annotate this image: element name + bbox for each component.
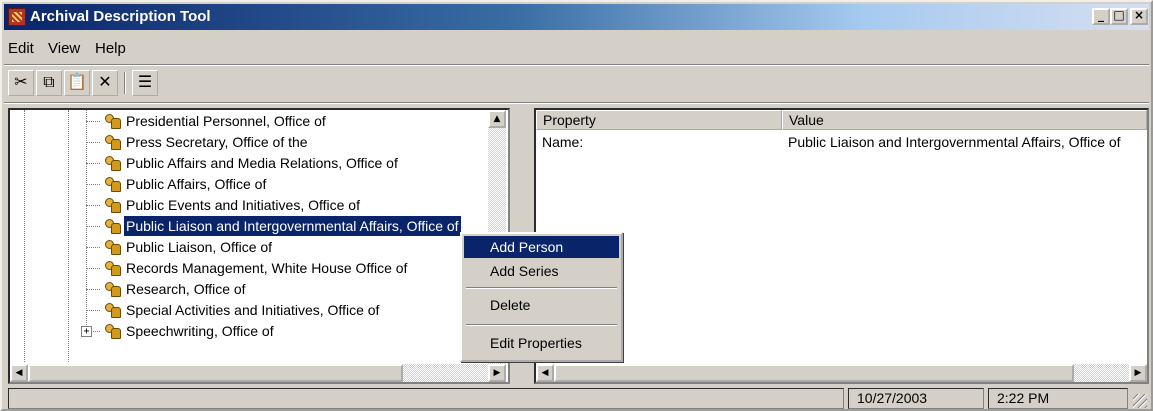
menu-help[interactable]: Help: [95, 40, 126, 57]
tree-item-label[interactable]: Speechwriting, Office of: [124, 321, 276, 341]
status-message: [8, 388, 844, 409]
tree-horizontal-scrollbar[interactable]: ◀ ▶: [10, 364, 506, 382]
properties-icon[interactable]: ☰: [132, 70, 158, 96]
property-value-cell: Public Liaison and Intergovernmental Aff…: [788, 134, 1121, 150]
scroll-right-icon[interactable]: ▶: [488, 364, 506, 382]
tree-branch-line: [86, 226, 100, 227]
tree-view[interactable]: Presidential Personnel, Office of Press S…: [8, 108, 510, 384]
maximize-button[interactable]: □: [1110, 8, 1128, 25]
tree-item-label[interactable]: Special Activities and Initiatives, Offi…: [124, 300, 381, 320]
menu-edit-properties[interactable]: Edit Properties: [464, 332, 619, 354]
tree-item[interactable]: Records Management, White House Office o…: [10, 258, 486, 279]
person-group-icon: [104, 176, 121, 192]
minimize-button[interactable]: _: [1092, 8, 1110, 25]
tree-item-label[interactable]: Public Liaison, Office of: [124, 237, 274, 257]
tree-item[interactable]: Public Liaison, Office of: [10, 237, 486, 258]
status-time: 2:22 PM: [988, 388, 1128, 409]
tree-branch-line: [86, 121, 100, 122]
tree-branch-line: [86, 247, 100, 248]
person-group-icon: [104, 218, 121, 234]
tree-branch-line: [86, 205, 100, 206]
tree-branch-line: [86, 310, 100, 311]
tree-item[interactable]: Public Events and Initiatives, Office of: [10, 195, 486, 216]
context-menu-separator: [466, 287, 617, 289]
person-group-icon: [104, 239, 121, 255]
property-list[interactable]: Property Value Name: Public Liaison and …: [534, 108, 1149, 384]
tree-item-label[interactable]: Public Liaison and Intergovernmental Aff…: [123, 215, 462, 237]
column-header-property[interactable]: Property: [536, 110, 782, 130]
tree-item[interactable]: Special Activities and Initiatives, Offi…: [10, 300, 486, 321]
window-title: Archival Description Tool: [30, 8, 211, 25]
tree-branch-line: [86, 163, 100, 164]
status-bar: 10/27/2003 2:22 PM: [4, 388, 1149, 410]
close-button[interactable]: ×: [1130, 8, 1148, 25]
tree-item-label[interactable]: Press Secretary, Office of the: [124, 132, 310, 152]
list-horizontal-scrollbar[interactable]: ◀ ▶: [536, 364, 1147, 382]
menu-delete[interactable]: Delete: [464, 294, 619, 316]
person-group-icon: [104, 134, 121, 150]
toolbar-separator: [124, 72, 126, 94]
menu-add-person[interactable]: Add Person: [464, 236, 619, 258]
main-window: Archival Description Tool _ □ × Edit Vie…: [0, 0, 1153, 411]
person-group-icon: [104, 260, 121, 276]
menu-bar: Edit View Help: [4, 32, 1149, 64]
expand-plus-icon[interactable]: +: [81, 326, 92, 337]
tree-hscroll-thumb[interactable]: [28, 364, 403, 382]
title-bar[interactable]: Archival Description Tool _ □ ×: [4, 4, 1149, 30]
menu-add-series[interactable]: Add Series: [464, 260, 619, 282]
paste-icon[interactable]: 📋: [64, 70, 90, 96]
archive-grid-icon: [8, 8, 26, 26]
menu-view[interactable]: View: [48, 40, 80, 57]
person-group-icon: [104, 281, 121, 297]
person-group-icon: [104, 323, 121, 339]
tree-item[interactable]: Public Liaison and Intergovernmental Aff…: [10, 215, 486, 237]
tree-item-label[interactable]: Public Affairs, Office of: [124, 174, 268, 194]
tree-item[interactable]: Public Affairs, Office of: [10, 174, 486, 195]
scroll-left-icon[interactable]: ◀: [10, 364, 28, 382]
tree-item[interactable]: Public Affairs and Media Relations, Offi…: [10, 153, 486, 174]
tree-branch-line: [86, 142, 100, 143]
property-name-cell: Name:: [542, 134, 584, 150]
list-scroll-right-icon[interactable]: ▶: [1129, 364, 1147, 382]
toolbar-divider: [4, 102, 1149, 104]
person-group-icon: [104, 113, 121, 129]
person-group-icon: [104, 302, 121, 318]
menu-divider: [4, 64, 1149, 66]
tree-item[interactable]: + Speechwriting, Office of: [10, 321, 486, 342]
scroll-up-icon[interactable]: ▲: [488, 110, 506, 128]
menu-edit[interactable]: Edit: [8, 40, 34, 57]
tree-branch-line: [86, 268, 100, 269]
tree-item-label[interactable]: Public Events and Initiatives, Office of: [124, 195, 362, 215]
tree-item[interactable]: Presidential Personnel, Office of: [10, 111, 486, 132]
column-header-value[interactable]: Value: [782, 110, 1147, 130]
tree-item-label[interactable]: Records Management, White House Office o…: [124, 258, 409, 278]
context-menu-separator: [466, 324, 617, 326]
tree-item-label[interactable]: Presidential Personnel, Office of: [124, 111, 328, 131]
status-date: 10/27/2003: [848, 388, 984, 409]
tree-branch-line: [86, 184, 100, 185]
tree-item[interactable]: Press Secretary, Office of the: [10, 132, 486, 153]
delete-icon[interactable]: ✕: [92, 70, 118, 96]
context-menu: Add Person Add Series Delete Edit Proper…: [460, 232, 623, 362]
toolbar: ✂ ⧉ 📋 ✕ ☰: [4, 68, 1149, 102]
list-scroll-left-icon[interactable]: ◀: [536, 364, 554, 382]
list-hscroll-thumb[interactable]: [554, 364, 1074, 382]
tree-item-label[interactable]: Research, Office of: [124, 279, 248, 299]
tree-branch-line: [86, 289, 100, 290]
tree-item-label[interactable]: Public Affairs and Media Relations, Offi…: [124, 153, 400, 173]
resize-grip-icon[interactable]: [1133, 394, 1147, 408]
tree-item[interactable]: Research, Office of: [10, 279, 486, 300]
copy-icon[interactable]: ⧉: [36, 70, 62, 96]
person-group-icon: [104, 155, 121, 171]
cut-icon[interactable]: ✂: [8, 70, 34, 96]
person-group-icon: [104, 197, 121, 213]
